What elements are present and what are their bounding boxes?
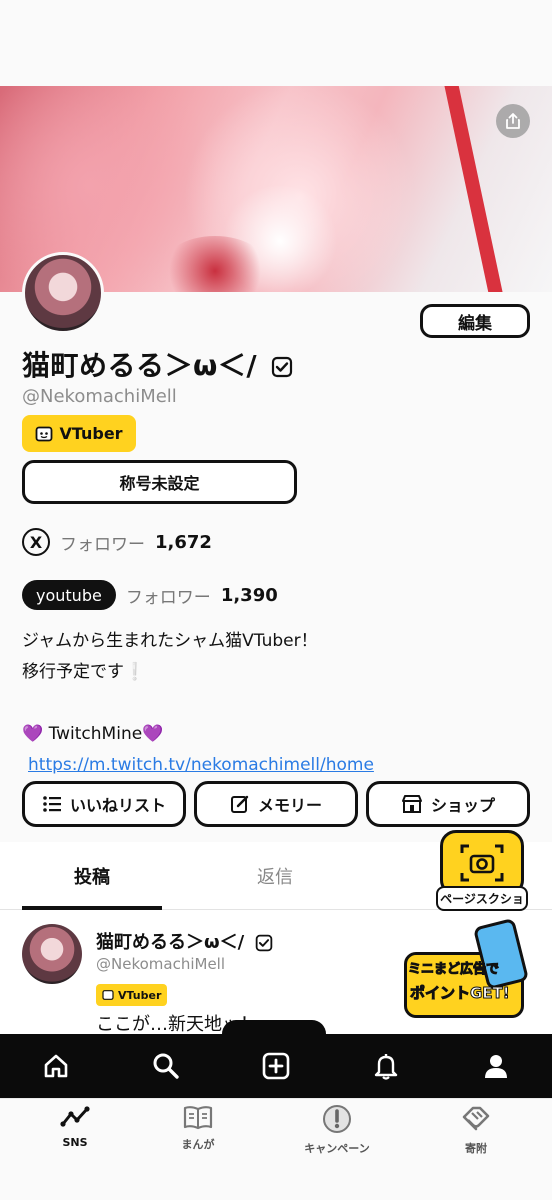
memory-button[interactable]: メモリー [194, 781, 358, 827]
shop-button[interactable]: ショップ [366, 781, 530, 827]
profile-nav-button[interactable] [478, 1048, 514, 1084]
screenshot-label: ページスクショ [436, 886, 528, 911]
vtuber-badge-icon [36, 426, 53, 441]
mini-ad-widget[interactable]: ミニまど広告で ポイントGET! [404, 917, 530, 1022]
shop-label: ショップ [430, 796, 495, 815]
search-button[interactable] [148, 1048, 184, 1084]
home-button[interactable] [38, 1048, 74, 1084]
x-follower-count: 1,672 [155, 531, 212, 553]
book-icon [183, 1106, 213, 1130]
follower-label: フォロワー [125, 587, 211, 608]
post-author-name: 猫町めるる＞ω＜/ [96, 928, 273, 954]
post-author-handle: @NekomachiMell [96, 955, 226, 973]
pencil-edit-icon [230, 795, 249, 813]
verified-check-icon [255, 934, 272, 952]
post-vtuber-badge: VTuber [96, 984, 168, 1006]
profile-actions: いいねリスト メモリー ショップ [22, 781, 530, 827]
vtuber-badge-icon [102, 990, 114, 1000]
tab-sns[interactable]: SNS [20, 1104, 130, 1149]
youtube-follower-count: 1,390 [220, 584, 278, 606]
tab-manga[interactable]: まんが [143, 1104, 253, 1152]
tab-campaign-label: キャンペーン [304, 1142, 370, 1155]
bio-line-3: 💜 TwitchMine💜 [22, 724, 164, 744]
vtuber-badge[interactable]: VTuber [22, 415, 136, 452]
ad-text-line2: ポイントGET! [410, 984, 511, 1003]
compose-button[interactable] [258, 1048, 294, 1084]
plus-square-icon [262, 1052, 290, 1080]
profile-handle: @NekomachiMell [22, 386, 177, 407]
bio-line: ジャムから生まれたシャム猫VTuber！ [22, 631, 318, 651]
likes-list-button[interactable]: いいねリスト [22, 781, 186, 827]
x-follower-row: X フォロワー 1,672 [22, 528, 212, 556]
tab-posts[interactable]: 投稿 [22, 842, 162, 910]
post-avatar[interactable] [22, 924, 82, 984]
exclamation-circle-icon [323, 1105, 351, 1133]
display-name-text: 猫町めるる＞ω＜/ [22, 349, 258, 382]
list-icon [43, 796, 61, 812]
tab-replies[interactable]: 返信 [205, 842, 345, 910]
user-icon [485, 1055, 507, 1078]
share-button[interactable] [496, 104, 530, 138]
page-screenshot-widget[interactable]: ページスクショ [436, 830, 528, 914]
store-icon [401, 795, 422, 813]
x-logo-icon: X [22, 528, 50, 556]
handshake-icon [462, 1106, 490, 1131]
profile-page: 編集 猫町めるる＞ω＜/ @NekomachiMell VTuber 称号未設定… [0, 0, 552, 1200]
sparkle-icon: ❕ [124, 662, 146, 682]
youtube-badge: youtube [22, 580, 116, 610]
bio-line-2: 移行予定です❕ [22, 662, 146, 682]
share-icon [506, 113, 520, 129]
bell-icon [374, 1054, 398, 1080]
home-icon [44, 1054, 68, 1078]
tab-donation-label: 寄附 [465, 1142, 487, 1155]
tab-manga-label: まんが [181, 1138, 215, 1151]
tab-campaign[interactable]: キャンペーン [282, 1104, 392, 1156]
twitch-link[interactable]: https://m.twitch.tv/nekomachimell/home [28, 755, 374, 775]
tab-sns-label: SNS [62, 1136, 88, 1149]
tab-donation[interactable]: 寄附 [421, 1104, 531, 1156]
avatar[interactable] [22, 252, 104, 334]
edit-profile-button[interactable]: 編集 [420, 304, 530, 338]
title-setting-button[interactable]: 称号未設定 [22, 460, 297, 504]
status-area [0, 0, 552, 86]
youtube-follower-row: youtube フォロワー 1,390 [22, 580, 278, 610]
notifications-button[interactable] [368, 1048, 404, 1084]
vtuber-badge-label: VTuber [59, 424, 123, 443]
search-icon [153, 1053, 179, 1079]
camera-icon [460, 844, 504, 882]
likes-list-label: いいねリスト [69, 796, 166, 815]
memory-label: メモリー [257, 796, 322, 815]
line-chart-icon [60, 1106, 90, 1127]
profile-bio: ジャムから生まれたシャム猫VTuber！ 移行予定です❕ 💜 TwitchMin… [22, 626, 374, 781]
verified-check-icon [272, 356, 293, 378]
ad-text-line1: ミニまど広告で [407, 962, 500, 978]
follower-label: フォロワー [60, 534, 145, 555]
display-name: 猫町めるる＞ω＜/ [22, 344, 293, 384]
